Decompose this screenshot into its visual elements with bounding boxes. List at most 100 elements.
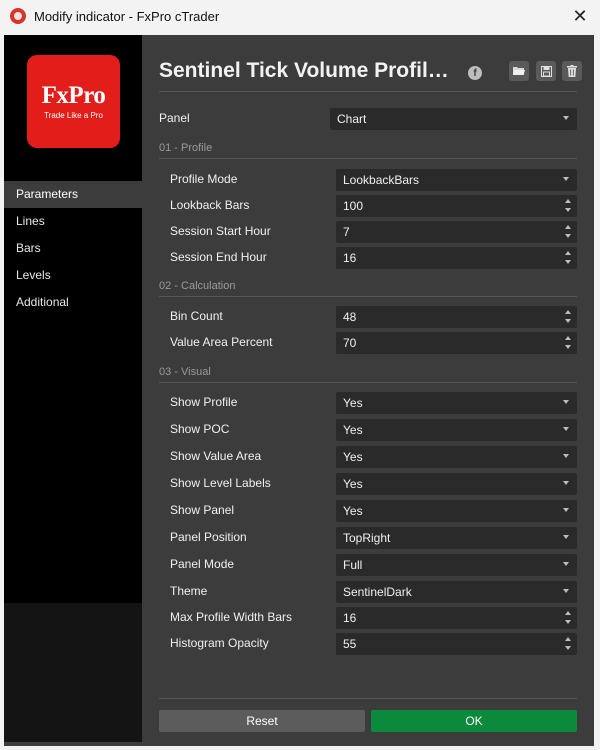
panel-position-value: TopRight [343,531,391,545]
profile-mode-dropdown[interactable]: LookbackBars [336,169,577,191]
show-panel-dropdown[interactable]: Yes [336,500,577,522]
param-row-show-profile: Show Profile Yes [142,392,594,414]
window-edge [594,35,600,746]
param-row-show-panel: Show Panel Yes [142,500,594,522]
chevron-down-icon [563,177,569,181]
close-button[interactable]: ✕ [570,6,590,26]
logo-tagline: Trade Like a Pro [44,111,103,120]
session-start-hour-label: Session Start Hour [170,224,271,238]
spinner-arrows-icon[interactable] [565,310,572,324]
save-template-button[interactable] [536,61,556,81]
chevron-down-icon [563,562,569,566]
value-area-percent-label: Value Area Percent [170,335,273,349]
show-level-labels-dropdown[interactable]: Yes [336,473,577,495]
session-start-hour-stepper[interactable]: 7 [336,221,577,243]
folder-open-icon [513,67,525,75]
logo-wordmark: FxPro [41,82,106,109]
facebook-icon[interactable]: f [468,66,482,80]
chevron-down-icon [563,589,569,593]
chevron-down-icon [563,400,569,404]
session-end-hour-stepper[interactable]: 16 [336,247,577,269]
session-start-hour-value: 7 [343,225,350,239]
show-profile-dropdown[interactable]: Yes [336,392,577,414]
show-panel-value: Yes [343,504,363,518]
section-divider [159,158,577,159]
sidebar-item-levels[interactable]: Levels [4,262,142,289]
session-end-hour-value: 16 [343,251,357,265]
panel-dropdown[interactable]: Chart [330,108,577,130]
histogram-opacity-value: 55 [343,637,357,651]
param-row-bin-count: Bin Count 48 [142,306,594,328]
histogram-opacity-label: Histogram Opacity [170,636,269,650]
spinner-arrows-icon[interactable] [565,199,572,213]
lookback-bars-value: 100 [343,199,364,213]
show-panel-label: Show Panel [170,503,235,517]
indicator-title: Sentinel Tick Volume Profil… [159,59,449,82]
panel-mode-value: Full [343,558,363,572]
window-title: Modify indicator - FxPro cTrader [34,8,220,24]
show-value-area-dropdown[interactable]: Yes [336,446,577,468]
value-area-percent-stepper[interactable]: 70 [336,332,577,354]
show-value-area-label: Show Value Area [170,449,262,463]
show-poc-value: Yes [343,423,363,437]
chevron-down-icon [563,116,569,120]
reset-button[interactable]: Reset [159,710,365,732]
param-row-show-value-area: Show Value Area Yes [142,446,594,468]
show-poc-label: Show POC [170,422,230,436]
param-row-panel: Panel Chart [142,108,594,130]
spinner-arrows-icon[interactable] [565,336,572,350]
fxpro-logo: FxPro Trade Like a Pro [27,55,120,148]
sidebar-item-additional[interactable]: Additional [4,289,142,316]
theme-dropdown[interactable]: SentinelDark [336,581,577,603]
section-heading-profile: 01 - Profile [159,142,213,154]
param-row-value-area-percent: Value Area Percent 70 [142,332,594,354]
bin-count-label: Bin Count [170,309,223,323]
param-row-show-poc: Show POC Yes [142,419,594,441]
bin-count-stepper[interactable]: 48 [336,306,577,328]
footer-divider [159,698,577,699]
panel-position-dropdown[interactable]: TopRight [336,527,577,549]
section-divider [159,382,577,383]
param-row-histogram-opacity: Histogram Opacity 55 [142,633,594,655]
sidebar-item-bars[interactable]: Bars [4,235,142,262]
show-poc-dropdown[interactable]: Yes [336,419,577,441]
chevron-down-icon [563,427,569,431]
sidebar: FxPro Trade Like a Pro Parameters Lines … [4,35,142,742]
param-row-theme: Theme SentinelDark [142,581,594,603]
spinner-arrows-icon[interactable] [565,251,572,265]
value-area-percent-value: 70 [343,336,357,350]
spinner-arrows-icon[interactable] [565,225,572,239]
parameters-panel: Sentinel Tick Volume Profil… f Panel Cha… [142,35,594,742]
section-heading-calculation: 02 - Calculation [159,280,236,292]
show-profile-value: Yes [343,396,363,410]
histogram-opacity-stepper[interactable]: 55 [336,633,577,655]
panel-mode-label: Panel Mode [170,557,235,571]
max-profile-width-bars-label: Max Profile Width Bars [170,610,293,624]
session-end-hour-label: Session End Hour [170,250,267,264]
sidebar-item-parameters[interactable]: Parameters [4,181,142,208]
spinner-arrows-icon[interactable] [565,611,572,625]
show-value-area-value: Yes [343,450,363,464]
param-row-panel-position: Panel Position TopRight [142,527,594,549]
sidebar-item-lines[interactable]: Lines [4,208,142,235]
sidebar-nav: Parameters Lines Bars Levels Additional [4,181,142,316]
lookback-bars-stepper[interactable]: 100 [336,195,577,217]
header-divider [159,91,577,92]
max-profile-width-bars-stepper[interactable]: 16 [336,607,577,629]
panel-label: Panel [159,111,190,125]
show-level-labels-value: Yes [343,477,363,491]
spinner-arrows-icon[interactable] [565,637,572,651]
trash-icon [567,65,577,77]
open-template-button[interactable] [509,61,529,81]
ok-button[interactable]: OK [371,710,577,732]
panel-mode-dropdown[interactable]: Full [336,554,577,576]
chevron-down-icon [563,454,569,458]
theme-value: SentinelDark [343,585,412,599]
chevron-down-icon [563,535,569,539]
param-row-show-level-labels: Show Level Labels Yes [142,473,594,495]
show-level-labels-label: Show Level Labels [170,476,271,490]
profile-mode-value: LookbackBars [343,173,420,187]
delete-template-button[interactable] [562,61,582,81]
theme-label: Theme [170,584,208,598]
param-row-panel-mode: Panel Mode Full [142,554,594,576]
